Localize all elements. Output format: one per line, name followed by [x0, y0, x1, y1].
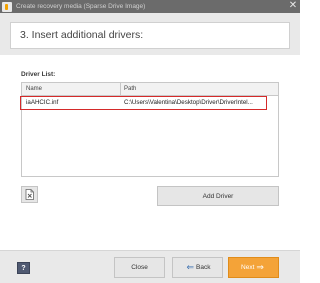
table-row[interactable]: iaAHCIC.inf C:\Users\Valentina\Desktop\D…: [20, 96, 278, 110]
step-title: 3. Insert additional drivers:: [20, 29, 144, 41]
column-header-name[interactable]: Name: [26, 86, 42, 92]
back-button[interactable]: ⇐ Back: [172, 257, 223, 278]
table-header: Name Path: [22, 83, 278, 96]
back-button-label: Back: [196, 264, 211, 271]
driver-list-label: Driver List:: [21, 71, 56, 78]
remove-file-icon: [25, 189, 34, 200]
column-header-path[interactable]: Path: [124, 86, 136, 92]
next-button-label: Next: [241, 264, 255, 271]
step-header: 3. Insert additional drivers:: [10, 22, 290, 49]
add-driver-button[interactable]: Add Driver: [157, 186, 279, 206]
column-separator[interactable]: [120, 83, 121, 96]
window-title: Create recovery media (Sparse Drive Imag…: [16, 3, 146, 10]
remove-driver-button[interactable]: [21, 186, 38, 203]
title-bar: Create recovery media (Sparse Drive Imag…: [0, 0, 300, 13]
close-button[interactable]: Close: [114, 257, 165, 278]
cell-driver-name: iaAHCIC.inf: [26, 99, 59, 106]
window-close-button[interactable]: ✕: [286, 0, 300, 13]
back-arrow-icon: ⇐: [186, 262, 195, 272]
next-arrow-icon: ⇒: [256, 262, 264, 272]
cell-driver-path: C:\Users\Valentina\Desktop\Driver\Driver…: [124, 99, 253, 106]
next-button[interactable]: Next ⇒: [228, 257, 279, 278]
app-icon: [2, 1, 12, 12]
driver-list-table[interactable]: Name Path iaAHCIC.inf C:\Users\Valentina…: [20, 82, 279, 177]
help-button[interactable]: ?: [17, 262, 30, 274]
